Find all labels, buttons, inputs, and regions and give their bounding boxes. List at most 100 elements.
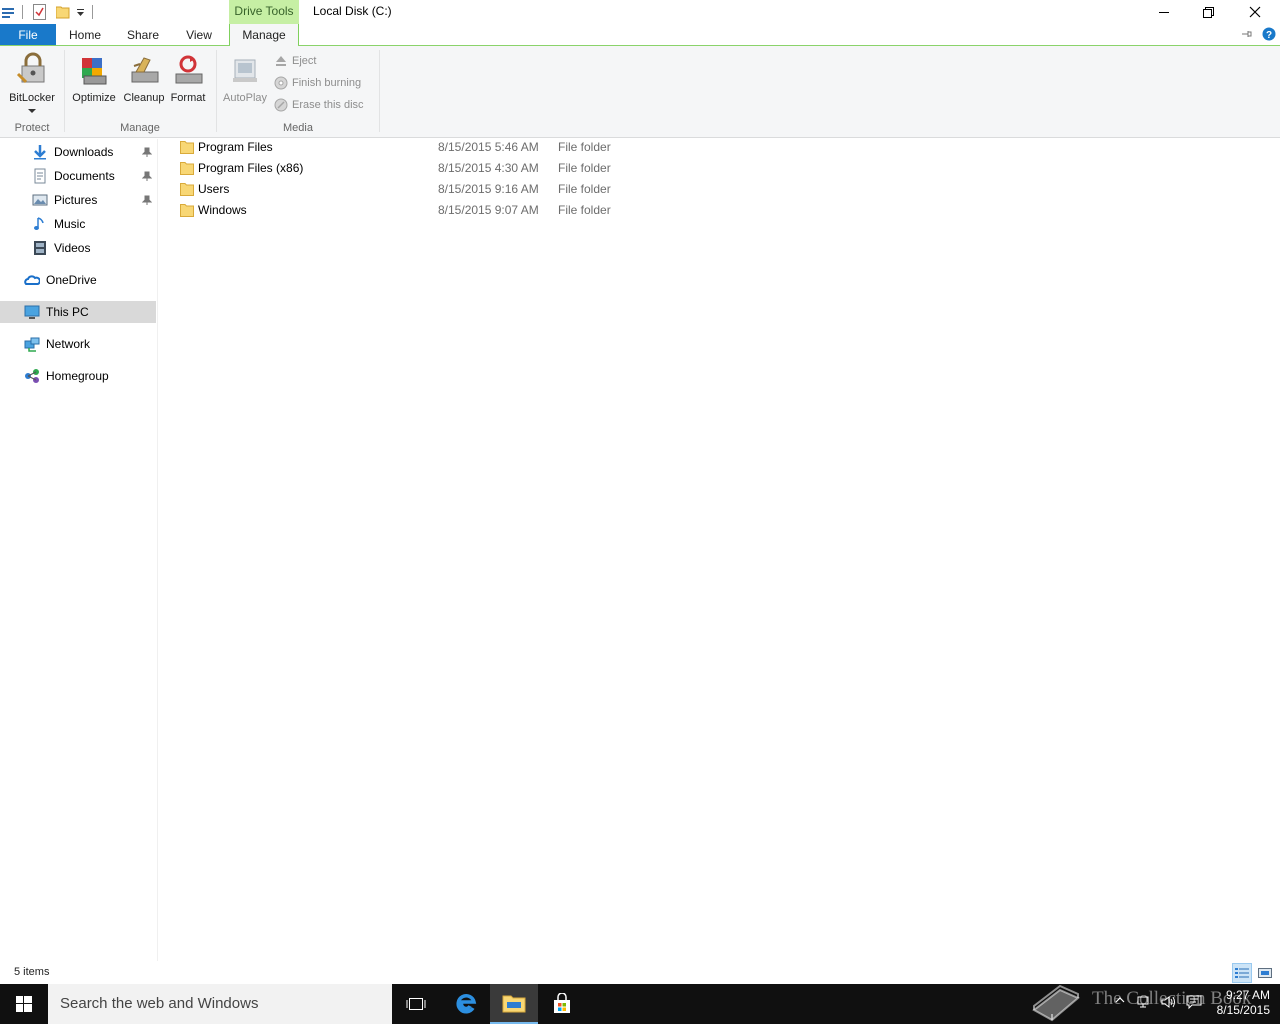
nav-item-label: Documents (54, 169, 115, 183)
edge-button[interactable] (442, 984, 490, 1024)
pictures-icon (32, 192, 48, 208)
pin-icon[interactable] (141, 146, 153, 160)
close-button[interactable] (1233, 0, 1277, 24)
window-title: Local Disk (C:) (313, 4, 392, 18)
eject-icon (276, 56, 286, 66)
erase-disc-label: Erase this disc (292, 99, 364, 111)
clock-time: 9:27 AM (1225, 988, 1270, 1002)
file-list: Program Files 8/15/2015 5:46 AM File fol… (160, 139, 1280, 961)
this-pc-icon (24, 304, 40, 320)
drive-tools-context-label: Drive Tools (229, 0, 299, 24)
optimize-icon (82, 58, 107, 85)
folder-icon (180, 203, 194, 220)
cleanup-button[interactable]: Cleanup (120, 52, 168, 104)
file-name: Windows (198, 203, 247, 217)
finish-burning-label: Finish burning (292, 77, 362, 89)
nav-item-videos[interactable]: Videos (0, 237, 156, 259)
restore-icon (1202, 6, 1214, 18)
start-button[interactable] (0, 984, 48, 1024)
chevron-up-icon (1115, 997, 1125, 1003)
nav-item-this-pc[interactable]: This PC (0, 301, 156, 323)
format-label: Format (170, 92, 206, 104)
network-icon (24, 336, 40, 352)
nav-item-homegroup[interactable]: Homegroup (0, 365, 156, 387)
watermark-book-logo (1030, 984, 1082, 1024)
group-separator (64, 50, 65, 132)
properties-icon[interactable] (33, 3, 47, 21)
tab-file[interactable]: File (0, 24, 56, 46)
file-row[interactable]: Users 8/15/2015 9:16 AM File folder (178, 179, 638, 199)
nav-item-pictures[interactable]: Pictures (0, 189, 156, 211)
system-menu-icon[interactable] (2, 3, 16, 21)
file-date: 8/15/2015 9:16 AM (438, 182, 539, 196)
pin-icon[interactable] (141, 170, 153, 184)
bitlocker-icon (16, 52, 45, 84)
onedrive-icon (24, 272, 40, 288)
customize-qat-icon[interactable] (76, 3, 86, 21)
store-icon (554, 993, 570, 1013)
bitlocker-dropdown-icon (6, 105, 58, 117)
file-name: Program Files (198, 140, 273, 154)
task-view-button[interactable] (392, 984, 440, 1024)
tab-home[interactable]: Home (60, 24, 110, 46)
pin-icon[interactable] (141, 194, 153, 208)
file-type: File folder (558, 203, 611, 217)
edge-icon (456, 994, 477, 1014)
large-icons-view-button[interactable] (1255, 963, 1275, 983)
taskbar: Search the web and Windows The Collectio… (0, 984, 1280, 1024)
videos-icon (32, 240, 48, 256)
eject-button[interactable]: Eject (274, 51, 316, 71)
file-row[interactable]: Windows 8/15/2015 9:07 AM File folder (178, 200, 638, 220)
file-name: Program Files (x86) (198, 161, 304, 175)
close-icon (1249, 6, 1261, 18)
group-label-manage: Manage (120, 122, 160, 134)
homegroup-icon (24, 368, 40, 384)
nav-item-label: Network (46, 337, 91, 351)
finish-burning-button[interactable]: Finish burning (274, 73, 361, 93)
nav-item-label: Videos (54, 241, 91, 255)
nav-item-network[interactable]: Network (0, 333, 156, 355)
music-icon (32, 216, 48, 232)
pin-ribbon-icon[interactable] (1240, 27, 1254, 44)
tab-view[interactable]: View (176, 24, 222, 46)
nav-item-downloads[interactable]: Downloads (0, 141, 156, 163)
group-label-protect: Protect (14, 122, 50, 134)
navigation-pane: Downloads Documents Pictures Music Video… (0, 139, 158, 961)
show-hidden-icons-button[interactable] (1114, 994, 1126, 1009)
optimize-button[interactable]: Optimize (70, 52, 118, 104)
restore-button[interactable] (1186, 0, 1230, 24)
volume-tray-icon[interactable] (1160, 994, 1178, 1013)
title-bar: Drive Tools Local Disk (C:) (0, 0, 1280, 24)
large-icons-view-icon (1258, 968, 1272, 978)
autoplay-button[interactable]: AutoPlay (220, 52, 270, 104)
taskbar-clock[interactable]: 9:27 AM 8/15/2015 (1217, 988, 1270, 1018)
nav-item-music[interactable]: Music (0, 213, 156, 235)
finish-burning-icon (274, 76, 288, 90)
help-icon[interactable]: ? (1262, 27, 1276, 44)
file-explorer-taskbar-button[interactable] (490, 984, 538, 1024)
file-row[interactable]: Program Files (x86) 8/15/2015 4:30 AM Fi… (178, 158, 638, 178)
ribbon-panel: BitLocker Protect Optimize Cleanup Forma… (0, 46, 1280, 138)
tab-share[interactable]: Share (118, 24, 168, 46)
autoplay-icon (233, 59, 257, 82)
nav-item-documents[interactable]: Documents (0, 165, 156, 187)
svg-text:?: ? (1266, 30, 1272, 41)
status-bar: 5 items (0, 962, 1280, 984)
network-tray-icon[interactable] (1136, 994, 1152, 1013)
new-folder-icon[interactable] (56, 3, 70, 21)
taskbar-search-box[interactable]: Search the web and Windows (48, 984, 392, 1024)
store-button[interactable] (538, 984, 586, 1024)
format-button[interactable]: Format (166, 52, 210, 104)
file-row[interactable]: Program Files 8/15/2015 5:46 AM File fol… (178, 137, 638, 157)
action-center-tray-icon[interactable] (1186, 994, 1202, 1013)
details-view-button[interactable] (1232, 963, 1252, 983)
task-view-icon (406, 998, 426, 1010)
optimize-label: Optimize (72, 92, 116, 104)
minimize-button[interactable] (1142, 0, 1186, 24)
erase-disc-button[interactable]: Erase this disc (274, 95, 364, 115)
clock-date: 8/15/2015 (1216, 1003, 1270, 1017)
bitlocker-button[interactable]: BitLocker (6, 52, 58, 117)
erase-disc-icon (274, 98, 288, 112)
nav-item-onedrive[interactable]: OneDrive (0, 269, 156, 291)
file-type: File folder (558, 140, 611, 154)
